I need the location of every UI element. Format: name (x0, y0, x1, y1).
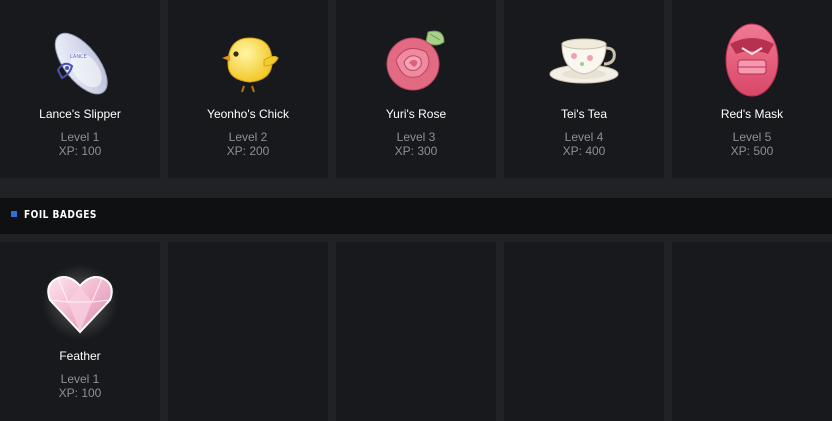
badge-name: Lance's Slipper (39, 107, 121, 121)
badge-xp: XP: 300 (394, 144, 438, 158)
empty-badge-slot (672, 242, 832, 421)
rose-icon (376, 20, 456, 100)
foil-badges-header: FOIL BADGES (0, 198, 832, 234)
badge-name: Red's Mask (720, 107, 784, 121)
badge-level: Level 5 (732, 130, 772, 144)
badge-name: Tei's Tea (560, 107, 608, 121)
svg-text:LANCE: LANCE (70, 54, 87, 60)
chick-icon (208, 20, 288, 100)
teacup-icon (544, 20, 624, 100)
badge-name: Yuri's Rose (385, 107, 447, 121)
badge-level: Level 4 (564, 130, 604, 144)
badge-card-teis-tea[interactable]: Tei's Tea Level 4 XP: 400 (504, 0, 664, 178)
empty-badge-slot (336, 242, 496, 421)
slipper-icon: LANCE (40, 20, 120, 100)
badge-name: Yeonho's Chick (207, 107, 289, 121)
badge-card-lances-slipper[interactable]: LANCE Lance's Slipper Level 1 XP: 100 (0, 0, 160, 178)
section-marker-icon (11, 211, 17, 217)
badge-card-feather[interactable]: Feather Level 1 XP: 100 (0, 242, 160, 421)
badge-level: Level 2 (228, 130, 268, 144)
mask-icon (712, 20, 792, 100)
crystal-heart-icon (40, 262, 120, 342)
badge-card-reds-mask[interactable]: Red's Mask Level 5 XP: 500 (672, 0, 832, 178)
badge-card-yeonhos-chick[interactable]: Yeonho's Chick Level 2 XP: 200 (168, 0, 328, 178)
section-title: FOIL BADGES (24, 208, 97, 221)
badge-name: Feather (59, 349, 101, 363)
badge-xp: XP: 400 (562, 144, 606, 158)
badge-xp: XP: 100 (58, 386, 102, 400)
badge-level: Level 3 (396, 130, 436, 144)
badge-xp: XP: 500 (730, 144, 774, 158)
badge-xp: XP: 100 (58, 144, 102, 158)
empty-badge-slot (504, 242, 664, 421)
badge-xp: XP: 200 (226, 144, 270, 158)
badge-level: Level 1 (60, 372, 100, 386)
foil-badge-row: Feather Level 1 XP: 100 (0, 242, 832, 421)
badge-card-yuris-rose[interactable]: Yuri's Rose Level 3 XP: 300 (336, 0, 496, 178)
empty-badge-slot (168, 242, 328, 421)
badge-row: LANCE Lance's Slipper Level 1 XP: 100 Ye… (0, 0, 832, 178)
badge-level: Level 1 (60, 130, 100, 144)
